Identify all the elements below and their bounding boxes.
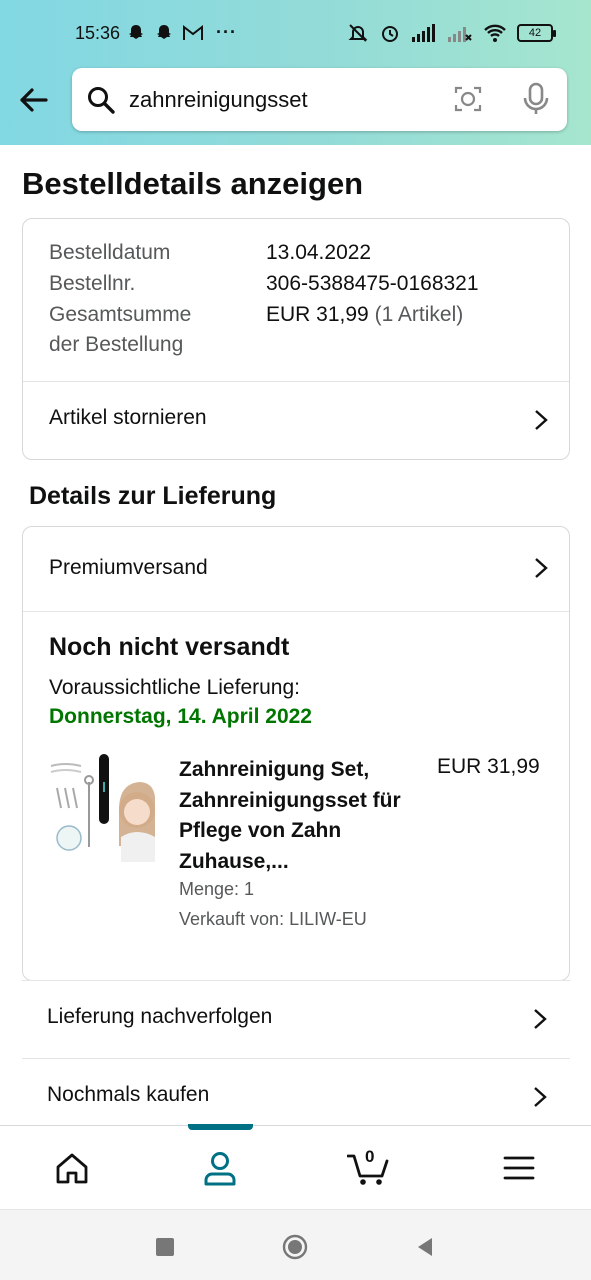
product-quantity: Menge: 1 xyxy=(179,879,255,899)
recent-apps-icon[interactable] xyxy=(152,1234,178,1260)
app-header: 15:36 ··· 42 xyxy=(0,0,591,145)
order-total-label-line2: der Bestellung xyxy=(49,333,184,356)
order-total-items: (1 Artikel) xyxy=(374,303,464,326)
search-input[interactable] xyxy=(129,78,429,122)
mic-icon[interactable] xyxy=(521,82,551,116)
cart-button[interactable]: 0 xyxy=(346,1147,393,1188)
battery-icon: 42 xyxy=(517,24,556,42)
snapchat-icon xyxy=(129,24,143,39)
order-total-value: EUR 31,99 (1 Artikel) xyxy=(266,303,463,327)
divider xyxy=(23,611,569,612)
shipping-status: Noch nicht versandt xyxy=(49,633,290,661)
order-total-label: Gesamtsumme xyxy=(49,303,192,326)
status-bar: 15:36 ··· 42 xyxy=(0,18,591,50)
cancel-items-label: Artikel stornieren xyxy=(49,406,207,429)
account-icon[interactable] xyxy=(200,1148,240,1188)
notification-icons: ··· xyxy=(126,22,237,43)
chevron-right-icon xyxy=(534,1009,547,1029)
track-delivery-label: Lieferung nachverfolgen xyxy=(47,1005,273,1028)
product-image[interactable] xyxy=(49,752,155,862)
alarm-icon xyxy=(382,26,398,42)
order-number-value: 306-5388475-0168321 xyxy=(266,272,479,295)
product-seller: Verkauft von: LILIW-EU xyxy=(179,909,367,929)
estimated-delivery-label: Voraussichtliche Lieferung: xyxy=(49,676,300,699)
delivery-card: Premiumversand Noch nicht versandt Vorau… xyxy=(22,526,570,981)
chevron-right-icon xyxy=(534,1087,547,1107)
delivery-section-title: Details zur Lieferung xyxy=(29,482,277,510)
estimated-delivery-date: Donnerstag, 14. April 2022 xyxy=(49,705,312,728)
page-title: Bestelldetails anzeigen xyxy=(22,166,364,201)
bottom-nav: 0 xyxy=(0,1124,591,1209)
shipping-method-label: Premiumversand xyxy=(49,556,208,579)
system-status-icons: 42 xyxy=(347,22,556,44)
shipping-method-link[interactable]: Premiumversand xyxy=(23,527,569,611)
camera-icon[interactable] xyxy=(453,84,483,114)
home-icon[interactable] xyxy=(52,1148,92,1188)
order-date-label: Bestelldatum xyxy=(49,241,171,264)
system-nav-bar xyxy=(0,1209,591,1280)
back-triangle-icon[interactable] xyxy=(412,1234,438,1260)
gmail-icon xyxy=(183,24,203,40)
chevron-right-icon xyxy=(535,410,548,430)
menu-icon[interactable] xyxy=(499,1148,539,1188)
cart-count: 0 xyxy=(365,1147,375,1166)
order-number-label: Bestellnr. xyxy=(49,272,136,295)
buy-again-link[interactable]: Nochmals kaufen xyxy=(22,1058,570,1134)
search-icon xyxy=(88,87,115,114)
chevron-right-icon xyxy=(535,558,548,578)
order-date-value: 13.04.2022 xyxy=(266,241,372,264)
bell-muted-icon xyxy=(348,24,368,42)
product-title[interactable]: Zahnreinigung Set, Zahnreinigungsset für… xyxy=(179,755,429,877)
search-bar[interactable] xyxy=(72,68,567,131)
product-price: EUR 31,99 xyxy=(437,755,540,778)
order-total-amount: EUR 31,99 xyxy=(266,303,369,326)
active-tab-indicator xyxy=(188,1124,253,1130)
buy-again-label: Nochmals kaufen xyxy=(47,1083,210,1106)
wifi-icon xyxy=(484,24,506,42)
signal-no-service-icon xyxy=(448,27,472,42)
order-summary-card: Bestelldatum 13.04.2022 Bestellnr. 306-5… xyxy=(22,218,570,460)
status-time: 15:36 xyxy=(75,23,121,43)
signal-icon xyxy=(412,24,435,42)
home-circle-icon[interactable] xyxy=(282,1234,308,1260)
more-notifications-indicator: ··· xyxy=(216,22,237,42)
snapchat-icon xyxy=(157,24,171,39)
back-arrow-icon[interactable] xyxy=(16,82,52,118)
track-delivery-link[interactable]: Lieferung nachverfolgen xyxy=(22,980,570,1056)
cancel-items-link[interactable]: Artikel stornieren xyxy=(23,382,569,460)
